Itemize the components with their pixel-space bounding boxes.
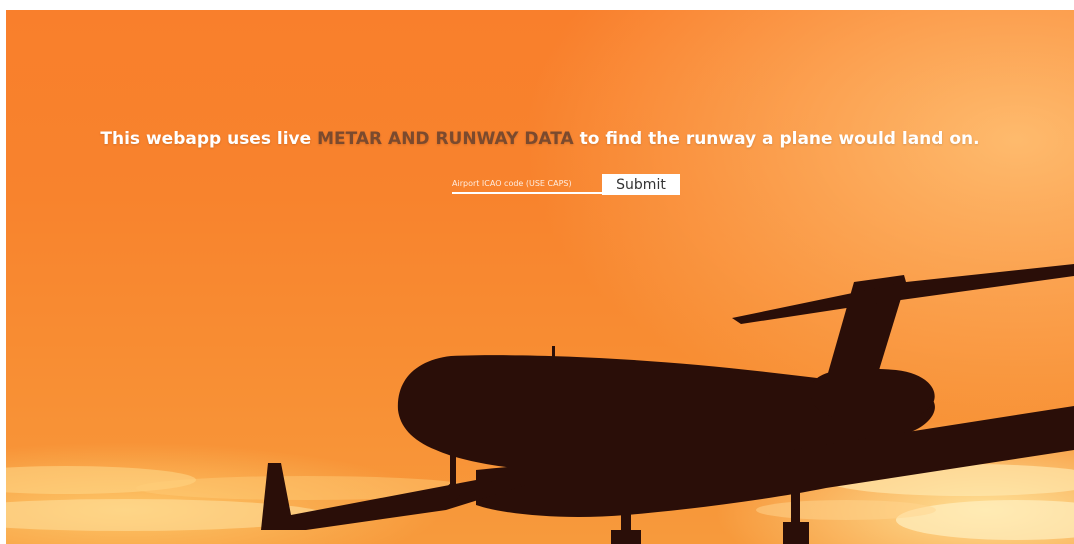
headline: This webapp uses live METAR AND RUNWAY D…	[6, 129, 1074, 149]
icao-search-form: Submit	[452, 174, 680, 196]
submit-button[interactable]: Submit	[602, 174, 680, 195]
headline-highlight: METAR AND RUNWAY DATA	[317, 129, 574, 149]
icao-code-input[interactable]	[452, 174, 602, 194]
airplane-silhouette-icon	[261, 264, 1074, 544]
headline-prefix: This webapp uses live	[100, 129, 318, 149]
hero-background: This webapp uses live METAR AND RUNWAY D…	[6, 10, 1074, 544]
headline-suffix: to find the runway a plane would land on…	[573, 129, 980, 149]
